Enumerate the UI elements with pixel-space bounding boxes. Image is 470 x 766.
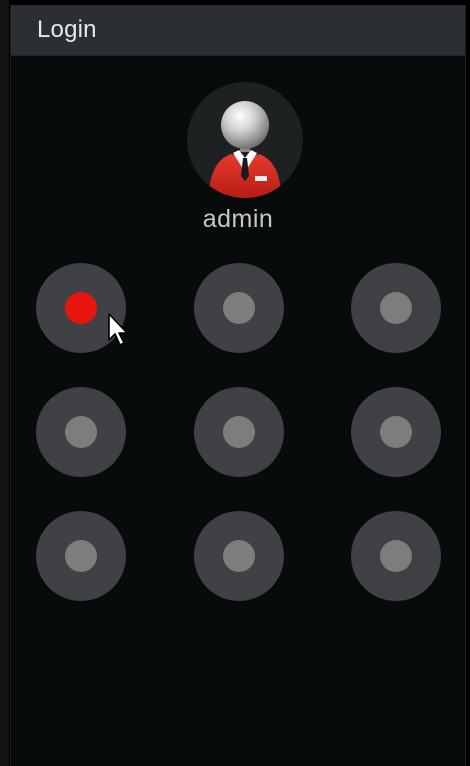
pattern-dot-7 [65, 540, 97, 572]
pattern-node-3[interactable] [351, 263, 441, 353]
pattern-node-4[interactable] [36, 387, 126, 477]
window-left-edge [0, 0, 9, 766]
pattern-node-6[interactable] [351, 387, 441, 477]
pattern-dot-1-selected [65, 292, 97, 324]
pattern-dot-9 [380, 540, 412, 572]
pattern-dot-2 [223, 292, 255, 324]
pattern-dot-4 [65, 416, 97, 448]
pattern-node-5[interactable] [194, 387, 284, 477]
pattern-node-1[interactable] [36, 263, 126, 353]
pattern-dot-5 [223, 416, 255, 448]
pattern-dot-8 [223, 540, 255, 572]
login-panel: Login admin [10, 5, 466, 766]
pattern-lock-grid [11, 5, 465, 766]
pattern-node-8[interactable] [194, 511, 284, 601]
pattern-node-7[interactable] [36, 511, 126, 601]
pattern-node-2[interactable] [194, 263, 284, 353]
pattern-dot-3 [380, 292, 412, 324]
pattern-dot-6 [380, 416, 412, 448]
pattern-node-9[interactable] [351, 511, 441, 601]
